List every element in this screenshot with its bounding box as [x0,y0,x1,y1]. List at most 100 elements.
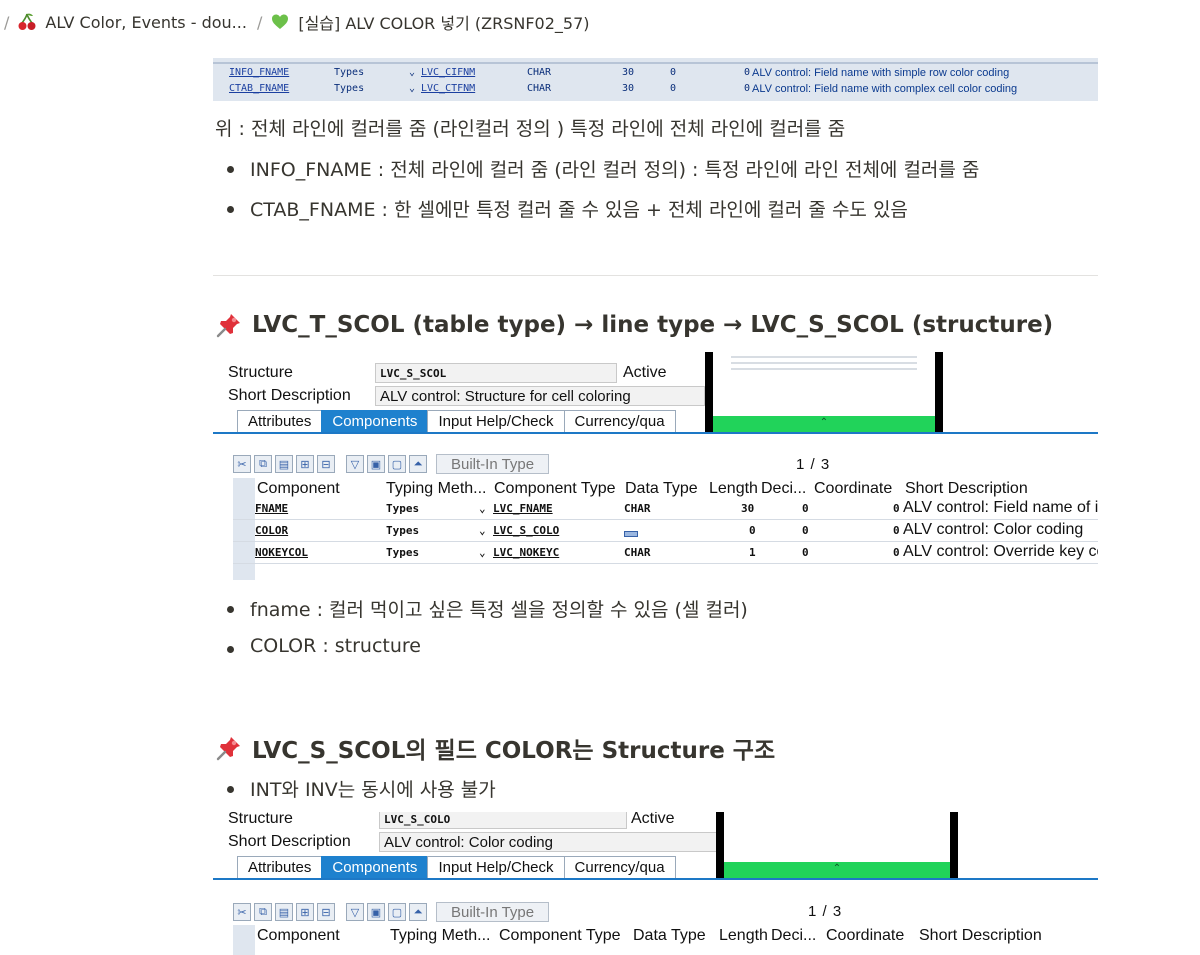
short-description: ALV control: Field name of i [903,499,1098,516]
tab-input-help-check: Input Help/Check [427,410,565,432]
component-name: FNAME [255,502,289,515]
decimals: 0 [802,502,809,515]
tab-strip: Attributes Components Input Help/Check C… [213,856,1098,880]
intro-paragraph: 위 : 전체 라인에 컬러를 줌 (라인컬러 정의 ) 특정 라인에 전체 라인… [215,118,846,140]
structure-label: Structure [228,364,293,381]
grid-header: Component Typing Meth... Component Type … [233,925,1098,947]
component-name: CTAB_FNAME [229,83,290,94]
length: 1 [749,546,756,559]
built-in-type-button: Built-In Type [436,902,550,922]
column-header: Length [719,927,768,944]
section2-bullet-list: INT와 INV는 동시에 사용 불가 [225,775,496,815]
typing-method: Types [386,524,420,537]
column-header: Length [709,480,758,497]
length: 30 [622,83,635,94]
component-type: LVC_FNAME [493,502,553,515]
component-name: NOKEYCOL [255,546,308,559]
short-description: ALV control: Override key co [903,543,1098,560]
tab-components: Components [321,410,429,432]
overlay-collapse-bar: ⌃ [724,862,950,878]
section-heading-text: LVC_T_SCOL (table type) → line type → LV… [252,312,1054,338]
paste-icon: ▤ [275,455,293,473]
column-header: Typing Meth... [386,480,487,497]
sort-icon: ⏶ [409,455,427,473]
intro-bullet-list: INFO_FNAME : 전체 라인에 컬러 줌 (라인 컬러 정의) : 특정… [225,155,979,235]
deselect-icon: ▢ [388,903,406,921]
data-type: CHAR [624,502,651,515]
component-type: LVC_CTFNM [421,83,476,94]
short-description-label: Short Description [228,387,351,404]
copy-icon: ⧉ [254,455,272,473]
table-row: FNAME Types ⌄ LVC_FNAME CHAR 30 0 0 ALV … [233,498,1098,520]
coordinate: 0 [744,67,751,78]
dropdown-chevron-icon: ⌄ [409,67,416,78]
list-item: INT와 INV는 동시에 사용 불가 [225,775,496,815]
breadcrumb-item-alv-color-events[interactable]: ALV Color, Events - dou... [17,12,247,32]
grid-rows: FNAME Types ⌄ LVC_FNAME CHAR 30 0 0 ALV … [233,498,1098,580]
table-row-empty [233,564,1098,580]
component-type: LVC_CIFNM [421,67,476,78]
typing-method: Types [334,67,365,78]
data-type: CHAR [527,83,552,94]
list-item: COLOR : structure [225,635,748,675]
section-heading-text: LVC_S_SCOL의 필드 COLOR는 Structure 구조 [252,738,776,764]
filter-icon: ▽ [346,903,364,921]
short-description: ALV control: Field name with complex cel… [752,83,1018,95]
length: 0 [749,524,756,537]
table-row: CTAB_FNAME Types ⌄ LVC_CTFNM CHAR 30 0 0… [213,80,1098,98]
list-item: INFO_FNAME : 전체 라인에 컬러 줌 (라인 컬러 정의) : 특정… [225,155,979,195]
insert-row-icon: ⊞ [296,455,314,473]
component-name: INFO_FNAME [229,67,290,78]
page-indicator: 1 / 3 [808,903,843,920]
length: 30 [741,502,755,515]
column-header: Coordinate [814,480,893,497]
green-heart-icon [270,12,290,32]
table-row: COLOR Types ⌄ LVC_S_COLO 0 0 0 ALV contr… [233,520,1098,542]
table-row: INFO_FNAME Types ⌄ LVC_CIFNM CHAR 30 0 0… [213,62,1098,80]
tab-strip: Attributes Components Input Help/Check C… [213,410,1098,434]
table-row: NOKEYCOL Types ⌄ LVC_NOKEYC CHAR 1 0 0 A… [233,542,1098,564]
overlay-content [731,356,917,374]
breadcrumb-item-current-page[interactable]: [실습] ALV COLOR 넣기 (ZRSNF02_57) [270,10,590,34]
structure-name-field: LVC_S_COLO [379,812,627,829]
components-table-screenshot: INFO_FNAME Types ⌄ LVC_CIFNM CHAR 30 0 0… [213,58,1098,101]
filter-icon: ▽ [346,455,364,473]
tab-attributes: Attributes [237,410,323,432]
column-header: Short Description [919,927,1042,944]
column-header: Deci... [761,480,807,497]
short-description: ALV control: Field name with simple row … [752,67,1010,79]
dropdown-chevron-icon: ⌄ [479,502,486,515]
data-type: CHAR [527,67,552,78]
tab-currency-quantity: Currency/qua [563,856,676,878]
breadcrumb-separator: / [256,12,263,32]
column-header: Component [257,927,340,944]
length: 30 [622,67,635,78]
paste-icon: ▤ [275,903,293,921]
short-description: ALV control: Color coding [903,521,1084,538]
column-header: Component Type [499,927,621,944]
column-header: Data Type [633,927,706,944]
coordinate: 0 [893,546,900,559]
section-heading-color-structure: LVC_S_SCOL의 필드 COLOR는 Structure 구조 [215,731,775,765]
component-type: LVC_NOKEYC [493,546,560,559]
decimals: 0 [670,83,677,94]
dropdown-chevron-icon: ⌄ [479,524,486,537]
column-header: Component Type [494,480,616,497]
tab-input-help-check: Input Help/Check [427,856,565,878]
coordinate: 0 [893,502,900,515]
typing-method: Types [334,83,365,94]
select-all-icon: ▣ [367,903,385,921]
structure-type-icon [624,527,638,540]
list-item: fname : 컬러 먹이고 싶은 특정 셀을 정의할 수 있음 (셀 컬러) [225,595,748,635]
column-header: Coordinate [826,927,905,944]
cherry-icon [17,12,37,32]
decimals: 0 [802,546,809,559]
column-header: Short Description [905,480,1028,497]
coordinate: 0 [893,524,900,537]
sort-icon: ⏶ [409,903,427,921]
status-label: Active [623,364,667,381]
divider [213,275,1098,276]
short-description-field: ALV control: Structure for cell coloring [375,386,705,406]
column-header: Deci... [771,927,817,944]
overlay-window: ⌃ [716,812,958,878]
